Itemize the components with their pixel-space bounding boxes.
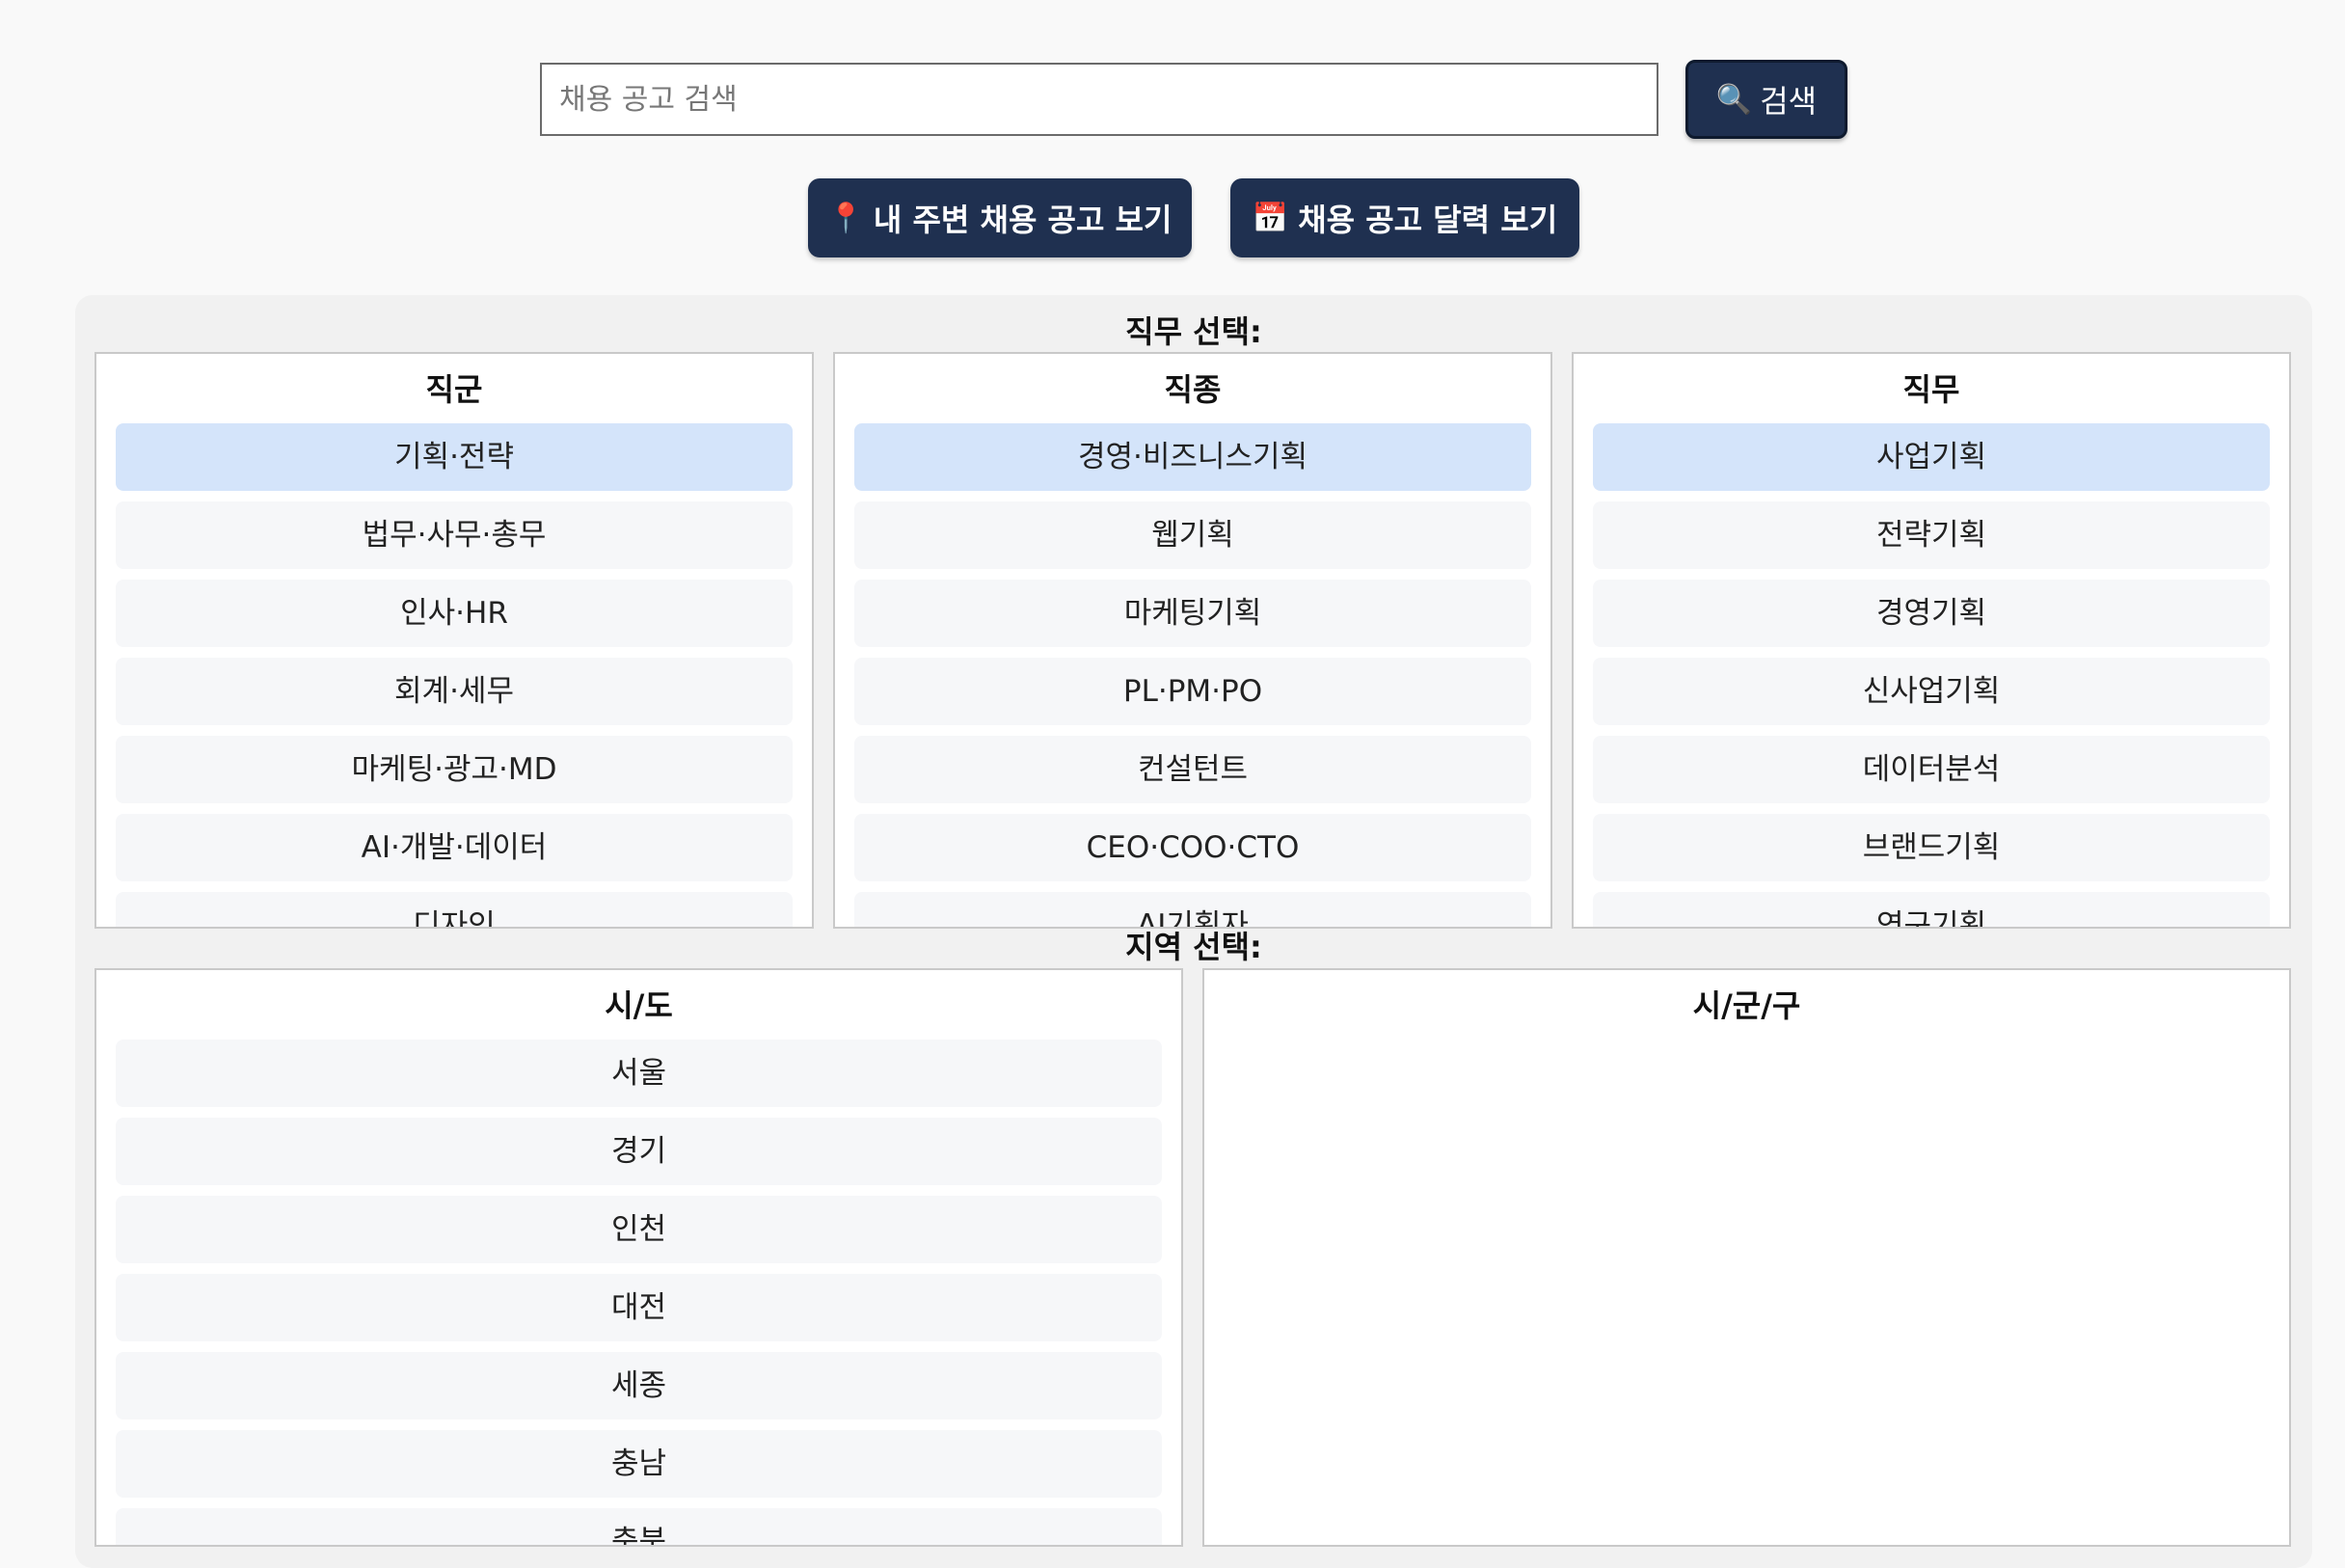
job-group-header: 직군 <box>425 371 483 408</box>
job-role-header: 직무 <box>1902 371 1960 408</box>
list-item[interactable]: 회계·세무 <box>116 658 793 725</box>
job-calendar-label: 채용 공고 달력 보기 <box>1298 202 1558 238</box>
job-role-column[interactable]: 직무 사업기획전략기획경영기획신사업기획데이터분석브랜드기획연구기획 <box>1572 352 2291 929</box>
list-item[interactable]: 충북 <box>116 1508 1162 1545</box>
map-pin-icon: 📍 <box>827 201 864 235</box>
list-item[interactable]: 기획·전략 <box>116 423 793 491</box>
list-item[interactable]: 경영·비즈니스기획 <box>854 423 1531 491</box>
option-list: 경영·비즈니스기획웹기획마케팅기획 PL·PM·PO 컨설턴트 CEO·COO·CTO… <box>835 423 1550 927</box>
option-list: 서울경기인천대전세종충남충북 <box>96 1040 1181 1545</box>
option-list: 기획·전략법무·사무·총무인사·HR 회계·세무마케팅·광고·MD AI·개발·데이… <box>96 423 812 927</box>
nearby-jobs-button[interactable]: 📍 내 주변 채용 공고 보기 <box>808 178 1192 257</box>
list-item[interactable]: 대전 <box>116 1274 1162 1341</box>
list-item[interactable]: 웹기획 <box>854 501 1531 569</box>
list-item[interactable]: 충남 <box>116 1430 1162 1498</box>
list-item[interactable]: AI·개발·데이터 <box>116 814 793 881</box>
list-item[interactable]: 컨설턴트 <box>854 736 1531 803</box>
list-item[interactable]: PL·PM·PO <box>854 658 1531 725</box>
list-item[interactable]: 경영기획 <box>1593 580 2270 647</box>
list-item[interactable]: 신사업기획 <box>1593 658 2270 725</box>
region-section-title: 지역 선택: <box>1125 929 1262 965</box>
option-list: 사업기획전략기획경영기획신사업기획데이터분석브랜드기획연구기획 <box>1574 423 2289 927</box>
job-type-column[interactable]: 직종 경영·비즈니스기획웹기획마케팅기획 PL·PM·PO 컨설턴트 CEO·COO·… <box>833 352 1552 929</box>
nearby-jobs-label: 내 주변 채용 공고 보기 <box>873 202 1172 238</box>
calendar-icon: 📅 <box>1252 201 1289 235</box>
list-item[interactable]: 사업기획 <box>1593 423 2270 491</box>
job-type-header: 직종 <box>1164 371 1222 408</box>
list-item[interactable]: 법무·사무·총무 <box>116 501 793 569</box>
job-calendar-button[interactable]: 📅 채용 공고 달력 보기 <box>1230 178 1579 257</box>
list-item[interactable]: 데이터분석 <box>1593 736 2270 803</box>
list-item[interactable]: 연구기획 <box>1593 892 2270 927</box>
list-item[interactable]: 디자인 <box>116 892 793 927</box>
province-header: 시/도 <box>605 987 673 1024</box>
list-item[interactable]: 브랜드기획 <box>1593 814 2270 881</box>
district-column[interactable]: 시/군/구 <box>1202 968 2291 1547</box>
search-input[interactable] <box>540 63 1658 136</box>
job-group-column[interactable]: 직군 기획·전략법무·사무·총무인사·HR 회계·세무마케팅·광고·MD AI·개발… <box>94 352 814 929</box>
list-item[interactable]: 서울 <box>116 1040 1162 1107</box>
province-column[interactable]: 시/도 서울경기인천대전세종충남충북 <box>94 968 1183 1547</box>
list-item[interactable]: AI기획자 <box>854 892 1531 927</box>
filter-panel: 직무 선택: 직군 기획·전략법무·사무·총무인사·HR 회계·세무마케팅·광고·… <box>75 295 2312 1568</box>
list-item[interactable]: 경기 <box>116 1118 1162 1185</box>
search-button-label: 검색 <box>1760 83 1818 120</box>
job-section-title: 직무 선택: <box>1125 313 1262 350</box>
list-item[interactable]: CEO·COO·CTO <box>854 814 1531 881</box>
list-item[interactable]: 인사·HR <box>116 580 793 647</box>
list-item[interactable]: 마케팅·광고·MD <box>116 736 793 803</box>
list-item[interactable]: 인천 <box>116 1196 1162 1263</box>
search-icon: 🔍 <box>1715 82 1753 117</box>
district-header: 시/군/구 <box>1692 987 1801 1024</box>
list-item[interactable]: 마케팅기획 <box>854 580 1531 647</box>
list-item[interactable]: 세종 <box>116 1352 1162 1419</box>
list-item[interactable]: 전략기획 <box>1593 501 2270 569</box>
search-button[interactable]: 🔍 검색 <box>1685 60 1847 139</box>
